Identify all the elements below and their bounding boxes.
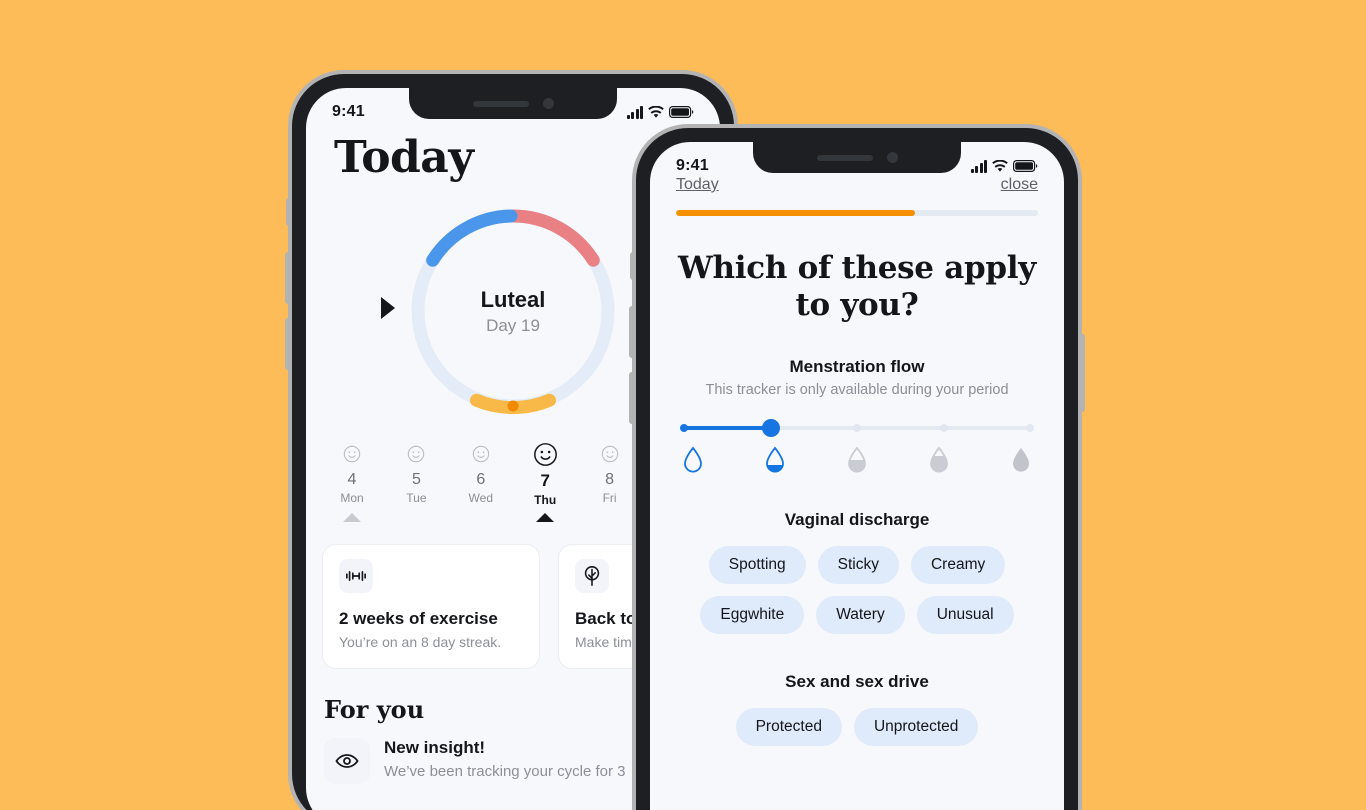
day-number: 5 [411,471,421,488]
eye-icon [324,738,370,784]
signal-bars-icon [626,105,643,119]
volume-up-button[interactable] [285,252,291,304]
day-name: Mon [340,491,364,505]
smiley-face-icon [390,441,442,467]
silent-switch-button[interactable] [630,252,635,280]
day-number: 8 [605,471,615,488]
sex-section-title: Sex and sex drive [785,672,929,692]
status-time: 9:41 [332,103,365,120]
wifi-icon [992,159,1008,172]
chip-watery[interactable]: Watery [816,596,905,635]
slider-knob[interactable] [761,419,780,438]
smiley-face-icon [519,441,571,467]
slider-tick-3[interactable] [853,424,861,433]
day-number: 7 [540,471,550,490]
cycle-day-label: Day 19 [486,315,540,335]
signal-bars-icon [970,159,987,173]
tree-icon [575,559,609,593]
wifi-icon [648,105,664,118]
cycle-ring[interactable]: Luteal Day 19 [381,201,623,421]
day-name: Thu [534,493,557,507]
current-day-marker-icon [381,297,395,319]
chip-sticky[interactable]: Sticky [817,546,899,585]
flow-section-title: Menstration flow [789,357,925,377]
battery-icon [669,106,694,118]
droplet-half-icon[interactable] [844,444,870,476]
status-bar: 9:41 [306,88,720,136]
front-phone-screen: 9:41 Today close Which of these apply to… [650,142,1064,810]
slider-tick-1[interactable] [680,424,688,433]
chip-unprotected[interactable]: Unprotected [853,708,979,747]
chip-unusual[interactable]: Unusual [916,596,1014,635]
power-button[interactable] [1079,334,1085,412]
day-name: Tue [406,491,427,505]
discharge-section-title: Vaginal discharge [784,510,930,530]
smiley-face-icon [326,441,378,467]
day-item-5[interactable]: 5 Tue [390,441,442,507]
cycle-ring-center: Luteal Day 19 [403,201,623,421]
battery-icon [1013,160,1038,172]
question-title: Which of these apply to you? [678,250,1036,323]
exercise-card[interactable]: 2 weeks of exercise You’re on an 8 day s… [322,544,540,669]
insight-subtitle: We’ve been tracking your cycle for 3 [384,763,626,780]
chip-creamy[interactable]: Creamy [910,546,1006,585]
droplet-empty-icon[interactable] [680,444,706,476]
chip-spotting[interactable]: Spotting [708,546,806,585]
flow-section-subtitle: This tracker is only available during yo… [705,382,1009,399]
slider-tick-5[interactable] [1026,424,1034,433]
flow-slider[interactable] [680,419,1034,438]
sex-chip-group: Protected Unprotected [672,708,1042,747]
flow-level-icons [680,444,1034,476]
cycle-phase-label: Luteal [480,286,546,312]
status-time: 9:41 [676,157,709,174]
day-item-4[interactable]: 4 Mon [326,441,378,507]
smiley-face-icon [584,441,636,467]
day-item-6[interactable]: 6 Wed [455,441,507,507]
card-subtitle: You’re on an 8 day streak. [339,634,502,650]
day-item-8[interactable]: 8 Fri [584,441,636,507]
day-caret [343,513,361,522]
day-name: Fri [602,491,617,505]
droplet-three-quarter-icon[interactable] [926,444,952,476]
status-icons [626,105,695,119]
volume-up-button[interactable] [629,306,635,358]
day-number: 4 [347,471,357,488]
droplet-full-icon[interactable] [1008,444,1034,476]
dumbbell-icon [339,559,373,593]
insight-title: New insight! [384,738,486,757]
front-phone-mockup: 9:41 Today close Which of these apply to… [629,124,1085,810]
progress-bar-fill [676,210,915,216]
volume-down-button[interactable] [629,372,635,424]
chip-protected[interactable]: Protected [735,708,842,747]
slider-tick-4[interactable] [939,424,948,433]
droplet-quarter-icon[interactable] [762,444,788,476]
day-name: Wed [468,491,494,505]
day-item-7-selected[interactable]: 7 Thu [519,441,571,507]
discharge-chip-group: Spotting Sticky Creamy Eggwhite Watery U… [672,546,1042,635]
card-title: 2 weeks of exercise [339,609,498,628]
chip-eggwhite[interactable]: Eggwhite [700,596,805,635]
status-icons [970,159,1039,173]
day-number: 6 [476,471,486,488]
progress-bar [676,210,1038,216]
status-bar: 9:41 [650,142,1064,190]
volume-down-button[interactable] [285,318,291,370]
smiley-face-icon [455,441,507,467]
silent-switch-button[interactable] [286,198,291,226]
day-caret-selected [536,513,555,522]
slider-track-fill [684,426,771,431]
